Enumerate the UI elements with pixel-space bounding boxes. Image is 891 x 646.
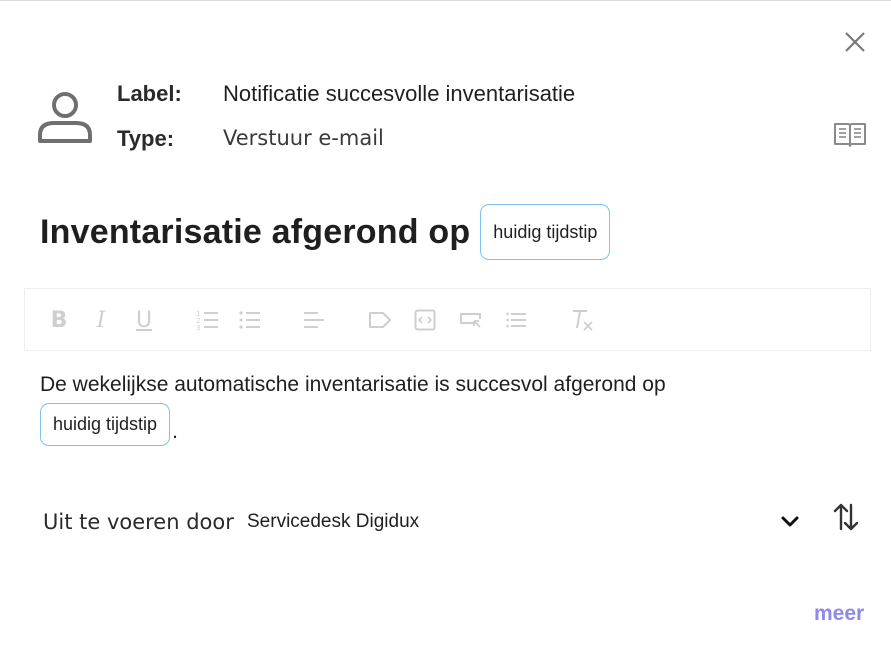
- code-button[interactable]: [412, 307, 438, 333]
- clear-format-icon: [573, 310, 593, 331]
- editor-toolbar: B I U 1 2 3: [24, 288, 871, 351]
- subject-variable-chip[interactable]: huidig tijdstip: [480, 204, 611, 260]
- subject-line[interactable]: Inventarisatie afgerond op huidig tijdst…: [40, 204, 611, 260]
- type-value: Verstuur e-mail: [223, 126, 384, 150]
- body-trailing: .: [172, 420, 178, 443]
- align-left-icon: [304, 312, 324, 328]
- list-icon: [506, 312, 526, 328]
- tag-icon: [369, 312, 391, 328]
- close-button[interactable]: [840, 27, 870, 57]
- book-icon[interactable]: [832, 119, 868, 149]
- ordered-list-icon: 1 2 3: [196, 310, 218, 331]
- subject-text: Inventarisatie afgerond op: [40, 212, 471, 251]
- label-key: Label:: [117, 81, 182, 106]
- tag-button[interactable]: [367, 307, 393, 333]
- label-value: Notificatie succesvolle inventarisatie: [223, 81, 576, 106]
- insert-field-button[interactable]: [458, 307, 484, 333]
- bullet-list-button[interactable]: [237, 307, 263, 333]
- code-icon: [414, 309, 436, 331]
- executor-label: Uit te voeren door: [43, 510, 234, 534]
- ordered-list-button[interactable]: 1 2 3: [195, 307, 221, 333]
- body-line-2: huidig tijdstip .: [40, 403, 178, 446]
- swap-vertical-icon[interactable]: [832, 501, 860, 533]
- body-variable-chip[interactable]: huidig tijdstip: [40, 403, 171, 446]
- type-key: Type:: [117, 126, 175, 151]
- underline-button[interactable]: U: [131, 307, 157, 333]
- body-text[interactable]: De wekelijkse automatische inventarisati…: [40, 371, 840, 399]
- bold-button[interactable]: B: [46, 307, 72, 333]
- clear-format-button[interactable]: [569, 307, 595, 333]
- more-link[interactable]: meer: [814, 602, 864, 626]
- insert-field-icon: [460, 313, 481, 328]
- italic-button[interactable]: I: [88, 307, 114, 333]
- align-left-button[interactable]: [301, 307, 327, 333]
- list-button[interactable]: [503, 307, 529, 333]
- svg-text:3: 3: [196, 324, 200, 331]
- bullet-list-icon: [239, 311, 260, 329]
- notification-panel: Label: Notificatie succesvolle inventari…: [0, 0, 891, 646]
- user-icon: [38, 92, 92, 143]
- close-icon: [845, 32, 865, 52]
- executor-select[interactable]: Servicedesk Digidux: [247, 501, 807, 543]
- chevron-down-icon[interactable]: [780, 513, 800, 531]
- executor-value: Servicedesk Digidux: [247, 511, 420, 532]
